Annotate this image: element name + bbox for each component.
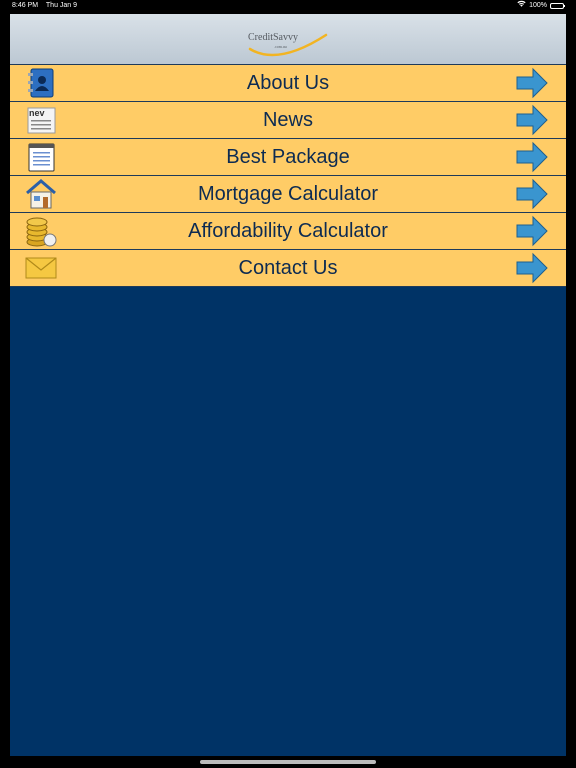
menu-item-news[interactable]: nev News [10,101,566,138]
menu-item-best-package[interactable]: Best Package [10,138,566,175]
home-indicator[interactable] [200,760,376,764]
status-date: Thu Jan 9 [45,2,78,9]
arrow-right-icon [516,67,548,99]
menu-item-label: Contact Us [238,257,338,279]
arrow-right-icon [516,252,548,284]
arrow-right-icon [516,104,548,136]
menu-item-label: Affordability Calculator [188,220,388,242]
menu-item-mortgage-calculator[interactable]: Mortgage Calculator [10,175,566,212]
app-window: CreditSavvy .com.au About Us nev News Be… [10,14,566,756]
menu-item-about-us[interactable]: About Us [10,64,566,101]
battery-icon [550,3,565,9]
credit-savvy-logo: CreditSavvy .com.au [248,32,328,62]
menu-item-label: Mortgage Calculator [197,183,379,205]
header: CreditSavvy .com.au [10,14,566,64]
arrow-right-icon [516,178,548,210]
menu-item-label: About Us [246,72,330,94]
wifi-icon [517,0,526,12]
menu-item-affordability-calculator[interactable]: Affordability Calculator [10,212,566,249]
main-menu: About Us nev News Best Package Mortgage … [10,64,566,287]
arrow-right-icon [516,141,548,173]
status-time: 8:46 PM [12,2,39,9]
menu-item-label: News [262,109,313,131]
battery-percentage: 100% [529,2,547,9]
menu-item-label: Best Package [226,146,350,168]
status-bar: 8:46 PM Thu Jan 9 100% [0,0,576,12]
menu-item-contact-us[interactable]: Contact Us [10,249,566,287]
arrow-right-icon [516,215,548,247]
